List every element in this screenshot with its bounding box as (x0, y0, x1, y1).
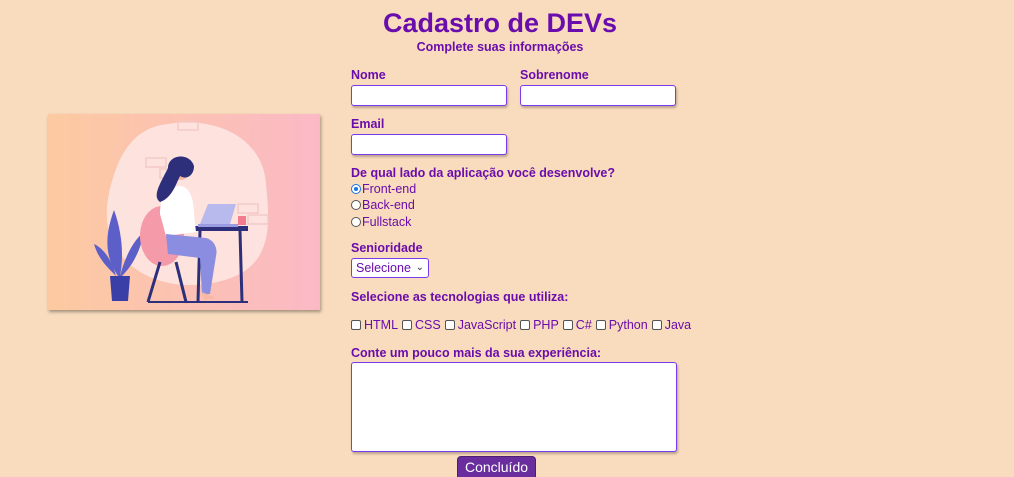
checkbox[interactable] (651, 320, 662, 330)
email-input[interactable] (351, 134, 507, 155)
checkbox[interactable] (444, 320, 455, 330)
checkbox-label: Java (664, 318, 692, 332)
checkbox-css[interactable]: CSS (402, 318, 442, 332)
radio-back-end[interactable]: Back-end (351, 197, 415, 213)
checkbox-csharp[interactable]: C# (562, 318, 593, 332)
radio-button[interactable] (351, 200, 361, 210)
checkbox-label: PHP (533, 318, 559, 332)
checkbox[interactable] (402, 320, 413, 330)
checkbox-label: C# (575, 318, 592, 332)
checkbox-php[interactable]: PHP (520, 318, 560, 332)
concluido-button[interactable]: Concluído (458, 457, 535, 477)
radio-button-checked[interactable] (351, 184, 361, 194)
checkbox[interactable] (351, 320, 361, 330)
checkbox-html[interactable]: HTML (351, 318, 399, 332)
radio-label: Fullstack (362, 215, 412, 229)
radio-label: Front-end (362, 182, 417, 196)
radio-label: Back-end (362, 198, 415, 212)
senioridade-selected: Selecione (356, 261, 411, 275)
checkbox-java[interactable]: Java (651, 318, 692, 332)
radio-button[interactable] (351, 217, 361, 227)
radio-front-end[interactable]: Front-end (351, 181, 416, 197)
checkbox-python[interactable]: Python (595, 318, 649, 332)
checkbox-label: JavaScript (457, 318, 517, 332)
radio-fullstack[interactable]: Fullstack (351, 214, 411, 230)
email-label: Email (351, 117, 385, 131)
checkbox-label: CSS (415, 318, 441, 332)
senioridade-select[interactable]: Selecione ⌄ (351, 258, 429, 278)
checkbox-label: HTML (364, 318, 399, 332)
checkbox[interactable] (520, 320, 531, 330)
tecnologias-group: HTML CSS JavaScript PHP C# Python Java (351, 318, 692, 332)
sobrenome-input[interactable] (520, 85, 676, 106)
nome-input[interactable] (351, 85, 507, 106)
page-title: Cadastro de DEVs (382, 8, 618, 38)
checkbox-javascript[interactable]: JavaScript (444, 318, 517, 332)
experiencia-label: Conte um pouco mais da sua experiência: (351, 346, 602, 360)
senioridade-label: Senioridade (351, 241, 423, 255)
checkbox[interactable] (562, 320, 573, 330)
page-subtitle: Complete suas informações (416, 40, 584, 54)
sobrenome-label: Sobrenome (520, 68, 589, 82)
checkbox-label: Python (608, 318, 648, 332)
tecnologias-label: Selecione as tecnologias que utiliza: (351, 290, 569, 304)
developer-illustration (48, 114, 320, 310)
chevron-down-icon: ⌄ (415, 262, 424, 273)
checkbox[interactable] (595, 320, 606, 330)
experiencia-textarea[interactable] (351, 362, 677, 452)
nome-label: Nome (351, 68, 386, 82)
lado-label: De qual lado da aplicação você desenvolv… (351, 166, 615, 180)
